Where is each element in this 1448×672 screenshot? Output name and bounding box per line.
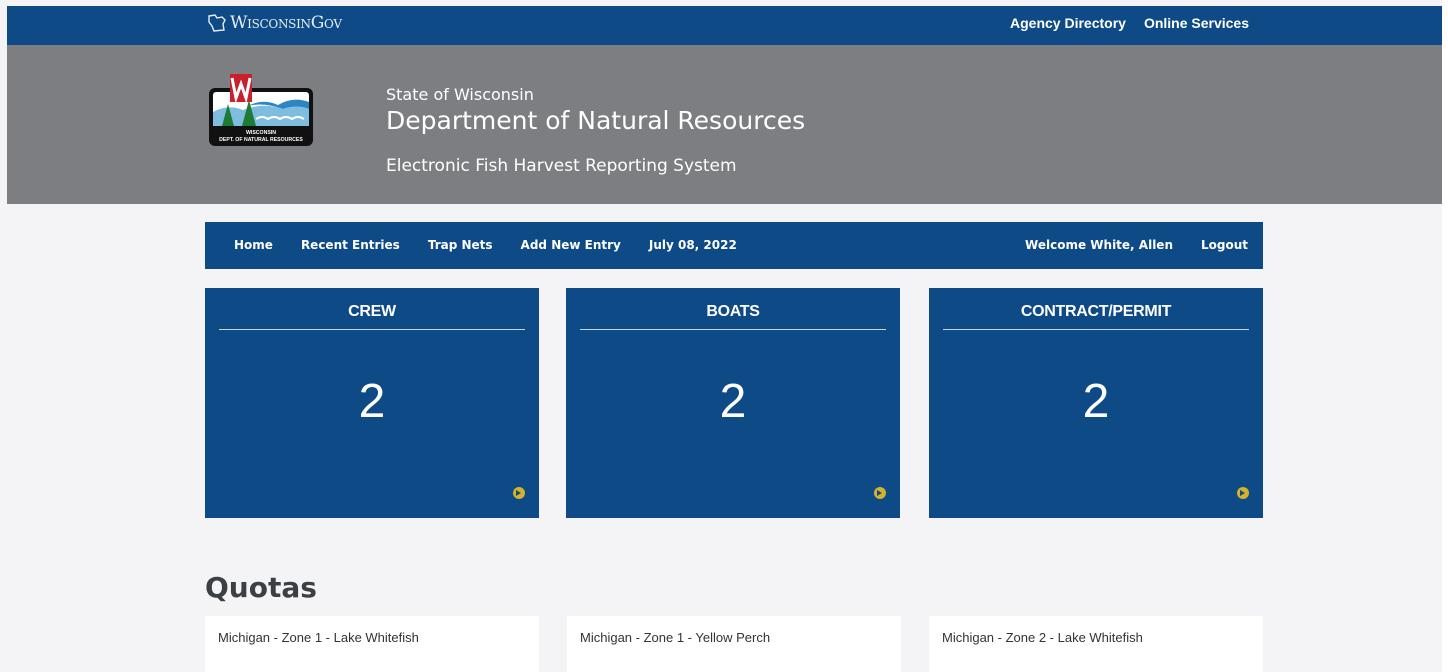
quota-card[interactable]: Michigan - Zone 2 - Lake Whitefish [929,616,1263,672]
svg-text:WISCONSIN: WISCONSIN [246,130,276,136]
nav-home[interactable]: Home [234,238,273,252]
crew-card-value: 2 [358,375,386,428]
arrow-right-circle-icon[interactable] [874,487,886,499]
contract-permit-card[interactable]: CONTRACT/PERMIT 2 [929,288,1263,518]
dnr-header: WISCONSIN DEPT. OF NATURAL RESOURCES Sta… [7,45,1442,204]
online-services-link[interactable]: Online Services [1144,15,1249,31]
nav-date: July 08, 2022 [648,238,737,252]
quota-title: Michigan - Zone 1 - Lake Whitefish [218,630,419,645]
quota-title: Michigan - Zone 1 - Yellow Perch [580,630,771,645]
svg-text:DEPT. OF NATURAL RESOURCES: DEPT. OF NATURAL RESOURCES [219,137,303,143]
boats-card[interactable]: BOATS 2 [566,288,900,518]
nav-trap-nets[interactable]: Trap Nets [428,238,493,252]
quota-title: Michigan - Zone 2 - Lake Whitefish [942,630,1143,645]
gov-links: Agency Directory Online Services [1010,15,1249,31]
page-edge [1442,0,1448,672]
quota-card[interactable]: Michigan - Zone 1 - Lake Whitefish [205,616,539,672]
stat-cards: CREW 2 BOATS 2 CONTRACT/PERMIT 2 [205,288,1263,518]
header-text: State of Wisconsin Department of Natural… [386,85,805,176]
boats-card-value: 2 [719,375,747,428]
arrow-right-circle-icon[interactable] [1237,487,1249,499]
quota-card[interactable]: Michigan - Zone 1 - Yellow Perch [567,616,901,672]
nav-right: Welcome White, Allen Logout [1025,238,1248,252]
contract-permit-card-title: CONTRACT/PERMIT [943,303,1249,330]
nav-recent-entries[interactable]: Recent Entries [301,238,400,252]
wisconsin-state-outline-icon [208,14,226,32]
nav-add-new-entry[interactable]: Add New Entry [521,238,621,252]
system-name: Electronic Fish Harvest Reporting System [386,156,737,176]
arrow-right-circle-icon[interactable] [513,487,525,499]
nav-left: Home Recent Entries Trap Nets Add New En… [234,238,737,252]
nav-logout[interactable]: Logout [1201,238,1248,252]
agency-directory-link[interactable]: Agency Directory [1010,15,1126,31]
boats-card-title: BOATS [580,303,886,330]
wisconsin-gov-logo-text: WisconsinGov [230,13,342,33]
gov-bar: WisconsinGov Agency Directory Online Ser… [7,6,1442,45]
crew-card-title: CREW [219,303,525,330]
dnr-logo[interactable]: WISCONSIN DEPT. OF NATURAL RESOURCES [208,72,314,148]
contract-permit-card-value: 2 [1082,375,1110,428]
wisconsin-gov-logo[interactable]: WisconsinGov [206,10,342,36]
main-nav: Home Recent Entries Trap Nets Add New En… [205,222,1263,269]
welcome-user: Welcome White, Allen [1025,238,1173,252]
quotas-heading: Quotas [205,571,317,604]
department-name: Department of Natural Resources [386,106,806,135]
crew-card[interactable]: CREW 2 [205,288,539,518]
state-name: State of Wisconsin [386,85,534,104]
